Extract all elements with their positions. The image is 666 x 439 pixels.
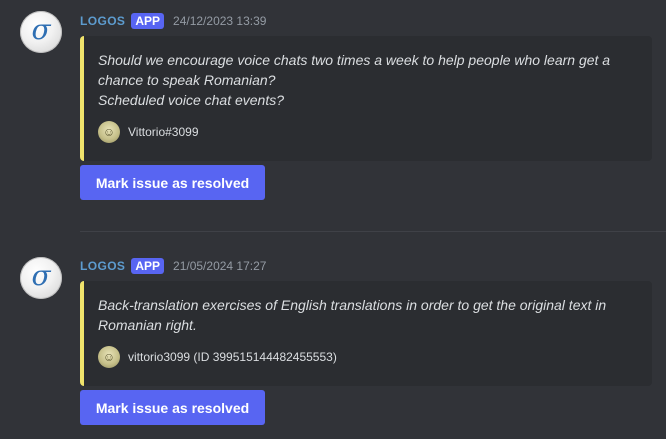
mark-resolved-button[interactable]: Mark issue as resolved	[80, 390, 265, 425]
embed: Back-translation exercises of English tr…	[80, 281, 652, 386]
username[interactable]: LOGOS	[80, 259, 125, 273]
embed-footer-text: Vittorio#3099	[128, 125, 199, 139]
sigma-logo-icon: σ	[31, 13, 51, 46]
timestamp[interactable]: 24/12/2023 13:39	[173, 14, 266, 28]
embed-footer: ☺ Vittorio#3099	[98, 121, 638, 143]
app-badge: APP	[131, 258, 165, 274]
bot-avatar[interactable]: σ	[20, 257, 62, 299]
mark-resolved-button[interactable]: Mark issue as resolved	[80, 165, 265, 200]
embed-footer: ☺ vittorio3099 (ID 399515144482455553)	[98, 346, 638, 368]
embed-description: Should we encourage voice chats two time…	[98, 52, 611, 108]
embed-description: Back-translation exercises of English tr…	[98, 297, 607, 333]
timestamp[interactable]: 21/05/2024 17:27	[173, 259, 266, 273]
username[interactable]: LOGOS	[80, 14, 125, 28]
user-avatar-icon: ☺	[98, 121, 120, 143]
message-header: LOGOS APP 21/05/2024 17:27	[80, 255, 266, 277]
message-divider	[80, 231, 666, 232]
user-avatar-icon: ☺	[98, 346, 120, 368]
sigma-logo-icon: σ	[31, 259, 51, 292]
message-header: LOGOS APP 24/12/2023 13:39	[80, 10, 266, 32]
embed: Should we encourage voice chats two time…	[80, 36, 652, 161]
embed-footer-text: vittorio3099 (ID 399515144482455553)	[128, 350, 337, 364]
bot-avatar[interactable]: σ	[20, 11, 62, 53]
app-badge: APP	[131, 13, 165, 29]
